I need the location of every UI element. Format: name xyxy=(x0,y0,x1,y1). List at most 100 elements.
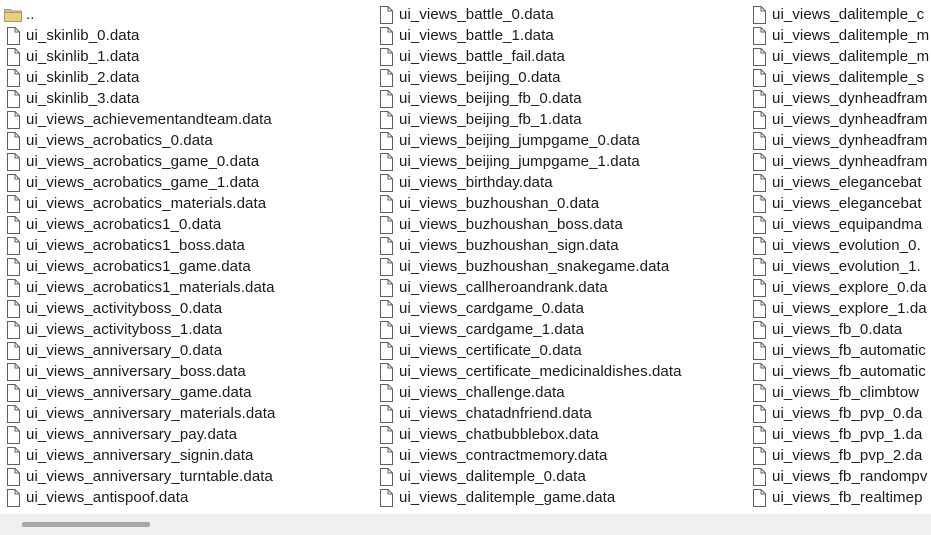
file-item[interactable]: ui_views_activityboss_0.data xyxy=(3,298,275,319)
scrollbar-thumb[interactable] xyxy=(22,522,150,527)
file-icon xyxy=(3,257,23,277)
file-icon xyxy=(749,26,769,46)
file-item[interactable]: ui_views_cardgame_0.data xyxy=(376,298,682,319)
file-list-pane[interactable]: .. ui_skinlib_0.data ui_skinlib_1.data ui_s… xyxy=(0,0,931,514)
file-name-label: ui_views_buzhoushan_0.data xyxy=(399,195,600,212)
file-item[interactable]: ui_views_fb_automatic xyxy=(749,340,929,361)
file-item[interactable]: ui_views_beijing_fb_1.data xyxy=(376,109,682,130)
file-item[interactable]: ui_views_dalitemple_c xyxy=(749,4,929,25)
file-item[interactable]: ui_views_dalitemple_m xyxy=(749,46,929,67)
file-item[interactable]: ui_views_fb_climbtow xyxy=(749,382,929,403)
file-item[interactable]: ui_views_dalitemple_game.data xyxy=(376,487,682,508)
file-item[interactable]: ui_views_fb_pvp_1.da xyxy=(749,424,929,445)
horizontal-scrollbar[interactable] xyxy=(0,514,931,535)
file-item[interactable]: ui_views_buzhoushan_snakegame.data xyxy=(376,256,682,277)
file-name-label: ui_views_battle_fail.data xyxy=(399,48,565,65)
file-name-label: ui_views_beijing_0.data xyxy=(399,69,561,86)
file-name-label: ui_views_buzhoushan_snakegame.data xyxy=(399,258,670,275)
file-item[interactable]: ui_views_dynheadfram xyxy=(749,109,929,130)
file-item[interactable]: ui_views_acrobatics_game_0.data xyxy=(3,151,275,172)
file-item[interactable]: ui_views_fb_randompv xyxy=(749,466,929,487)
file-icon xyxy=(376,320,396,340)
file-item[interactable]: ui_views_fb_pvp_2.da xyxy=(749,445,929,466)
file-item[interactable]: ui_views_acrobatics1_game.data xyxy=(3,256,275,277)
file-item[interactable]: ui_views_chatadnfriend.data xyxy=(376,403,682,424)
file-icon xyxy=(376,110,396,130)
file-item[interactable]: ui_views_birthday.data xyxy=(376,172,682,193)
file-item[interactable]: ui_views_anniversary_turntable.data xyxy=(3,466,275,487)
file-item[interactable]: ui_views_dalitemple_s xyxy=(749,67,929,88)
file-item[interactable]: ui_views_dalitemple_0.data xyxy=(376,466,682,487)
file-item[interactable]: ui_views_anniversary_game.data xyxy=(3,382,275,403)
file-explorer-window: .. ui_skinlib_0.data ui_skinlib_1.data ui_s… xyxy=(0,0,931,535)
file-item[interactable]: ui_views_anniversary_materials.data xyxy=(3,403,275,424)
file-item[interactable]: ui_views_beijing_jumpgame_1.data xyxy=(376,151,682,172)
file-item[interactable]: ui_skinlib_2.data xyxy=(3,67,275,88)
file-item[interactable]: ui_views_explore_1.da xyxy=(749,298,929,319)
file-item[interactable]: ui_views_buzhoushan_boss.data xyxy=(376,214,682,235)
file-icon xyxy=(376,173,396,193)
file-icon xyxy=(749,362,769,382)
file-item[interactable]: ui_views_dynheadfram xyxy=(749,151,929,172)
file-item[interactable]: ui_views_equipandma xyxy=(749,214,929,235)
file-item[interactable]: ui_views_certificate_medicinaldishes.dat… xyxy=(376,361,682,382)
file-item[interactable]: ui_views_activityboss_1.data xyxy=(3,319,275,340)
parent-folder-item[interactable]: .. xyxy=(3,4,275,25)
file-item[interactable]: ui_skinlib_0.data xyxy=(3,25,275,46)
file-item[interactable]: ui_views_beijing_fb_0.data xyxy=(376,88,682,109)
file-item[interactable]: ui_views_acrobatics1_materials.data xyxy=(3,277,275,298)
file-item[interactable]: ui_views_fb_automatic xyxy=(749,361,929,382)
file-name-label: ui_views_elegancebat xyxy=(772,174,922,191)
file-icon xyxy=(376,488,396,508)
file-item[interactable]: ui_skinlib_3.data xyxy=(3,88,275,109)
file-item[interactable]: ui_views_acrobatics1_0.data xyxy=(3,214,275,235)
file-item[interactable]: ui_views_fb_0.data xyxy=(749,319,929,340)
file-item[interactable]: ui_views_evolution_1. xyxy=(749,256,929,277)
file-item[interactable]: ui_views_certificate_0.data xyxy=(376,340,682,361)
file-item[interactable]: ui_views_chatbubblebox.data xyxy=(376,424,682,445)
file-name-label: ui_views_cardgame_1.data xyxy=(399,321,585,338)
file-item[interactable]: ui_views_elegancebat xyxy=(749,193,929,214)
file-item[interactable]: ui_views_contractmemory.data xyxy=(376,445,682,466)
file-name-label: ui_views_antispoof.data xyxy=(26,489,189,506)
file-item[interactable]: ui_views_callheroandrank.data xyxy=(376,277,682,298)
file-item[interactable]: ui_views_beijing_jumpgame_0.data xyxy=(376,130,682,151)
file-name-label: ui_views_fb_0.data xyxy=(772,321,903,338)
file-item[interactable]: ui_views_achievementandteam.data xyxy=(3,109,275,130)
file-icon xyxy=(749,68,769,88)
file-item[interactable]: ui_views_anniversary_0.data xyxy=(3,340,275,361)
file-item[interactable]: ui_views_fb_realtimep xyxy=(749,487,929,508)
file-item[interactable]: ui_views_battle_0.data xyxy=(376,4,682,25)
file-item[interactable]: ui_views_beijing_0.data xyxy=(376,67,682,88)
file-item[interactable]: ui_views_battle_1.data xyxy=(376,25,682,46)
file-icon xyxy=(376,194,396,214)
file-name-label: ui_views_chatadnfriend.data xyxy=(399,405,592,422)
file-name-label: ui_views_fb_pvp_0.da xyxy=(772,405,923,422)
file-item[interactable]: ui_views_acrobatics_game_1.data xyxy=(3,172,275,193)
file-item[interactable]: ui_views_acrobatics_0.data xyxy=(3,130,275,151)
file-item[interactable]: ui_views_acrobatics_materials.data xyxy=(3,193,275,214)
file-item[interactable]: ui_views_battle_fail.data xyxy=(376,46,682,67)
file-item[interactable]: ui_views_anniversary_signin.data xyxy=(3,445,275,466)
file-item[interactable]: ui_views_challenge.data xyxy=(376,382,682,403)
file-icon xyxy=(376,341,396,361)
file-item[interactable]: ui_views_dynheadfram xyxy=(749,88,929,109)
file-item[interactable]: ui_views_explore_0.da xyxy=(749,277,929,298)
file-item[interactable]: ui_views_acrobatics1_boss.data xyxy=(3,235,275,256)
file-item[interactable]: ui_views_anniversary_pay.data xyxy=(3,424,275,445)
file-name-label: ui_views_fb_automatic xyxy=(772,342,926,359)
file-item[interactable]: ui_views_buzhoushan_0.data xyxy=(376,193,682,214)
folder-icon xyxy=(3,5,23,25)
file-item[interactable]: ui_views_dynheadfram xyxy=(749,130,929,151)
file-item[interactable]: ui_skinlib_1.data xyxy=(3,46,275,67)
file-item[interactable]: ui_views_fb_pvp_0.da xyxy=(749,403,929,424)
file-item[interactable]: ui_views_elegancebat xyxy=(749,172,929,193)
file-icon xyxy=(749,152,769,172)
file-item[interactable]: ui_views_evolution_0. xyxy=(749,235,929,256)
file-icon xyxy=(749,173,769,193)
file-item[interactable]: ui_views_buzhoushan_sign.data xyxy=(376,235,682,256)
file-item[interactable]: ui_views_dalitemple_m xyxy=(749,25,929,46)
file-item[interactable]: ui_views_anniversary_boss.data xyxy=(3,361,275,382)
file-item[interactable]: ui_views_cardgame_1.data xyxy=(376,319,682,340)
file-item[interactable]: ui_views_antispoof.data xyxy=(3,487,275,508)
